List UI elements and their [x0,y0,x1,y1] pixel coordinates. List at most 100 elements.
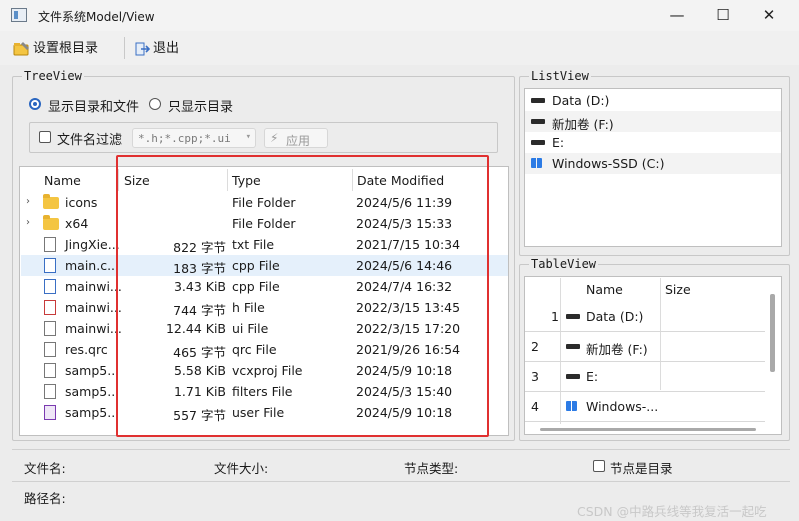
header-file-icon [44,300,56,315]
table-header-name[interactable]: Name [586,282,623,297]
ui-file-icon [44,321,56,336]
tree-cell-name: mainwi... [65,300,122,315]
tree-cell-name: mainwi... [65,321,122,336]
tree-cell-type: txt File [232,237,275,252]
close-button[interactable]: ✕ [746,0,792,31]
drive-icon [531,119,545,124]
header-size[interactable]: Size [124,173,150,188]
list-item[interactable]: 新加卷 (F:) [525,111,781,132]
header-date-modified[interactable]: Date Modified [357,173,444,188]
tree-cell-name: main.c... [65,258,119,273]
tree-cell-name: JingXie... [65,237,120,252]
tree-cell-size: 183 字节 [173,261,226,276]
tree-row[interactable]: res.qrc 465 字节 qrc File 2021/9/26 16:54 [21,339,508,360]
header-type[interactable]: Type [232,173,261,188]
path-label: 路径名: [24,491,66,506]
tree-cell-size: 5.58 KiB [173,363,226,378]
text-file-icon [44,363,56,378]
tree-cell-size: 822 字节 [173,240,226,255]
drive-icon [531,140,545,145]
tree-cell-size: 744 字节 [173,303,226,318]
filter-value: *.h;*.cpp;*.ui [138,132,231,145]
tree-cell-date: 2024/5/6 11:39 [356,195,453,210]
tree-cell-size: 3.43 KiB [173,279,226,294]
tree-cell-date: 2024/5/3 15:33 [356,216,453,231]
maximize-button[interactable]: ☐ [700,0,746,31]
tree-row[interactable]: mainwi... 744 字节 h File 2022/3/15 13:45 [21,297,508,318]
tree-row[interactable]: samp5... 557 字节 user File 2024/5/9 10:18 [21,402,508,423]
tree-row[interactable]: samp5... 1.71 KiB filters File 2024/5/3 15:… [21,381,508,402]
tree-cell-size: 557 字节 [173,408,226,423]
header-separator [352,169,353,191]
radio-show-dirs-and-files[interactable] [29,98,41,110]
radio-dirs-only-label: 只显示目录 [168,100,234,115]
tree-cell-size: 12.44 KiB [165,321,226,336]
tree-cell-name: samp5... [65,363,120,378]
is-dir-checkbox[interactable] [593,460,605,472]
tree-row[interactable]: JingXie... 822 字节 txt File 2021/7/15 10:34 [21,234,508,255]
table-vertical-scrollbar[interactable] [770,294,775,372]
tree-row[interactable]: samp5... 5.58 KiB vcxproj File 2024/5/9 10:… [21,360,508,381]
table-cell-name: Data (D:) [586,309,644,324]
drive-icon [566,374,580,379]
windows-drive-icon [566,401,577,411]
window-title: 文件系统Model/View [38,10,155,24]
text-file-icon [44,237,56,252]
set-root-dir-button[interactable]: 设置根目录 [13,39,98,59]
expand-arrow-icon[interactable]: › [26,196,30,207]
table-row[interactable]: 1 Data (D:) [525,302,765,332]
toolbar-separator [124,37,125,59]
filename-filter-checkbox[interactable] [39,131,51,143]
set-root-dir-label: 设置根目录 [33,41,99,56]
folder-tool-icon [13,42,29,56]
tree-cell-date: 2024/7/4 16:32 [356,279,453,294]
listview-group-title: ListView [529,69,591,83]
tree-cell-name: samp5... [65,384,120,399]
tree-row[interactable]: › x64 File Folder 2024/5/3 15:33 [21,213,508,234]
apply-button[interactable]: ⚡ 应用 [264,128,328,148]
drive-icon [531,98,545,103]
exit-button[interactable]: 退出 [134,39,179,59]
text-file-icon [44,342,56,357]
table-header-size[interactable]: Size [665,282,691,297]
status-divider [12,481,790,482]
minimize-button[interactable]: — [654,0,700,31]
radio-dirs-only[interactable] [149,98,161,110]
table-row[interactable]: 2 新加卷 (F:) [525,332,765,362]
tree-cell-type: h File [232,300,265,315]
folder-icon [43,215,59,230]
table-row-number: 2 [531,339,539,354]
list-item[interactable]: Data (D:) [525,90,781,111]
header-name[interactable]: Name [44,173,81,188]
apply-label: 应用 [286,134,311,148]
is-dir-label: 节点是目录 [610,461,673,476]
filter-combobox[interactable]: *.h;*.cpp;*.ui ▾ [132,128,256,148]
table-row[interactable]: 3 E: [525,362,765,392]
app-icon [11,8,27,22]
tree-row[interactable]: mainwi... 3.43 KiB cpp File 2024/7/4 16:32 [21,276,508,297]
table-row-number: 1 [551,309,559,324]
expand-arrow-icon[interactable]: › [26,217,30,228]
tree-row[interactable]: mainwi... 12.44 KiB ui File 2022/3/15 17:20 [21,318,508,339]
table-row-number: 4 [531,399,539,414]
tree-cell-date: 2021/9/26 16:54 [356,342,461,357]
tree-cell-type: cpp File [232,258,280,273]
tableview-group-title: TableView [529,257,599,271]
table-horizontal-scrollbar[interactable] [540,428,756,431]
list-item[interactable]: Windows-SSD (C:) [525,153,781,174]
tree-cell-name: res.qrc [65,342,108,357]
header-separator [227,169,228,191]
tree-cell-date: 2024/5/9 10:18 [356,363,453,378]
treeview-group-title: TreeView [22,69,84,83]
tree-row[interactable]: › icons File Folder 2024/5/6 11:39 [21,192,508,213]
tree-row[interactable]: main.c... 183 字节 cpp File 2024/5/6 14:46 [21,255,508,276]
tree-cell-date: 2021/7/15 10:34 [356,237,461,252]
table-row[interactable]: 4 Windows-... [525,392,765,422]
file-name-label: 文件名: [24,461,66,476]
tree-cell-size: 465 字节 [173,345,226,360]
tree-cell-type: vcxproj File [232,363,303,378]
tree-cell-name: mainwi... [65,279,122,294]
list-item[interactable]: E: [525,132,781,153]
vs-file-icon [44,405,56,420]
cpp-file-icon [44,279,56,294]
